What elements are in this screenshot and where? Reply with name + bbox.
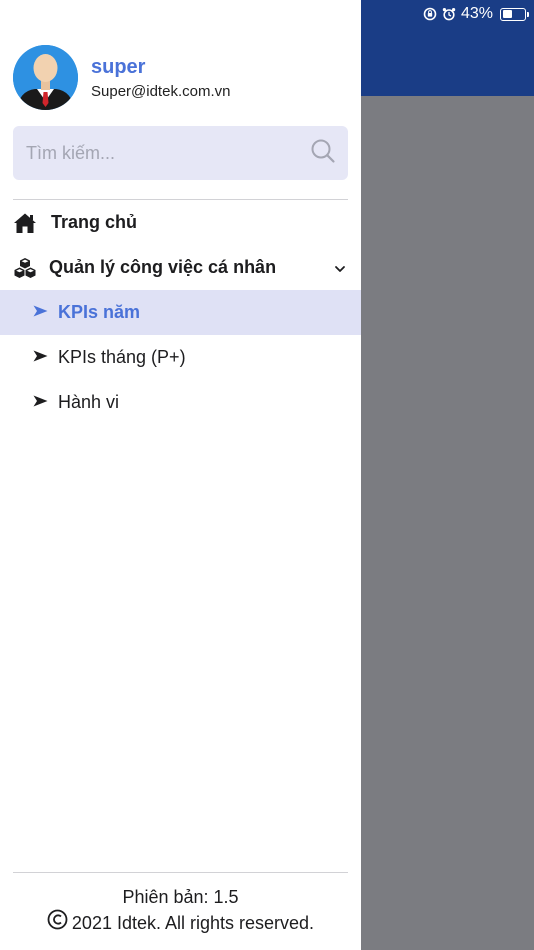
submenu-item-behavior[interactable]: Hành vi xyxy=(0,380,361,425)
submenu-label: Hành vi xyxy=(58,392,120,412)
menu-label-home: Trang chủ xyxy=(51,212,138,232)
alarm-icon xyxy=(442,7,456,21)
submenu-label: KPIs năm xyxy=(58,302,141,322)
submenu-label: KPIs tháng (P+) xyxy=(58,347,186,367)
menu-label-personal-work: Quản lý công việc cá nhân xyxy=(49,257,277,277)
submenu-item-kpis-month[interactable]: KPIs tháng (P+) xyxy=(0,335,361,380)
cubes-icon xyxy=(13,256,37,280)
home-icon xyxy=(13,211,37,235)
battery-level xyxy=(502,10,512,18)
copyright-icon xyxy=(47,909,68,936)
chevron-down-icon[interactable] xyxy=(334,261,346,279)
footer-divider xyxy=(13,872,348,873)
menu-item-home[interactable]: Trang chủ xyxy=(0,200,361,245)
copyright-text: 2021 Idtek. All rights reserved. xyxy=(71,912,315,933)
menu-item-personal-work[interactable]: Quản lý công việc cá nhân xyxy=(0,245,361,290)
user-email: Super@idtek.com.vn xyxy=(91,82,231,100)
username: super xyxy=(91,55,146,78)
submenu-item-kpis-year[interactable]: KPIs năm xyxy=(0,290,361,335)
rotation-lock-icon xyxy=(423,7,437,21)
battery-icon xyxy=(500,7,529,21)
search-input[interactable] xyxy=(24,141,310,165)
copyright: 2021 Idtek. All rights reserved. xyxy=(0,909,361,936)
version-text: Phiên bản: 1.5 xyxy=(122,887,239,907)
arrow-right-icon xyxy=(33,304,48,322)
footer: Phiên bản: 1.5 2021 Idtek. All rights re… xyxy=(0,885,361,936)
user-profile[interactable]: super Super@idtek.com.vn xyxy=(13,45,230,110)
arrow-right-icon xyxy=(33,349,48,367)
status-bar: 43% xyxy=(423,4,529,24)
search-icon[interactable] xyxy=(310,138,336,169)
avatar xyxy=(13,45,78,110)
search-box xyxy=(13,126,348,180)
arrow-right-icon xyxy=(33,394,48,412)
battery-percent: 43% xyxy=(460,5,493,22)
navigation-drawer: super Super@idtek.com.vn Trang chủ xyxy=(0,0,361,950)
